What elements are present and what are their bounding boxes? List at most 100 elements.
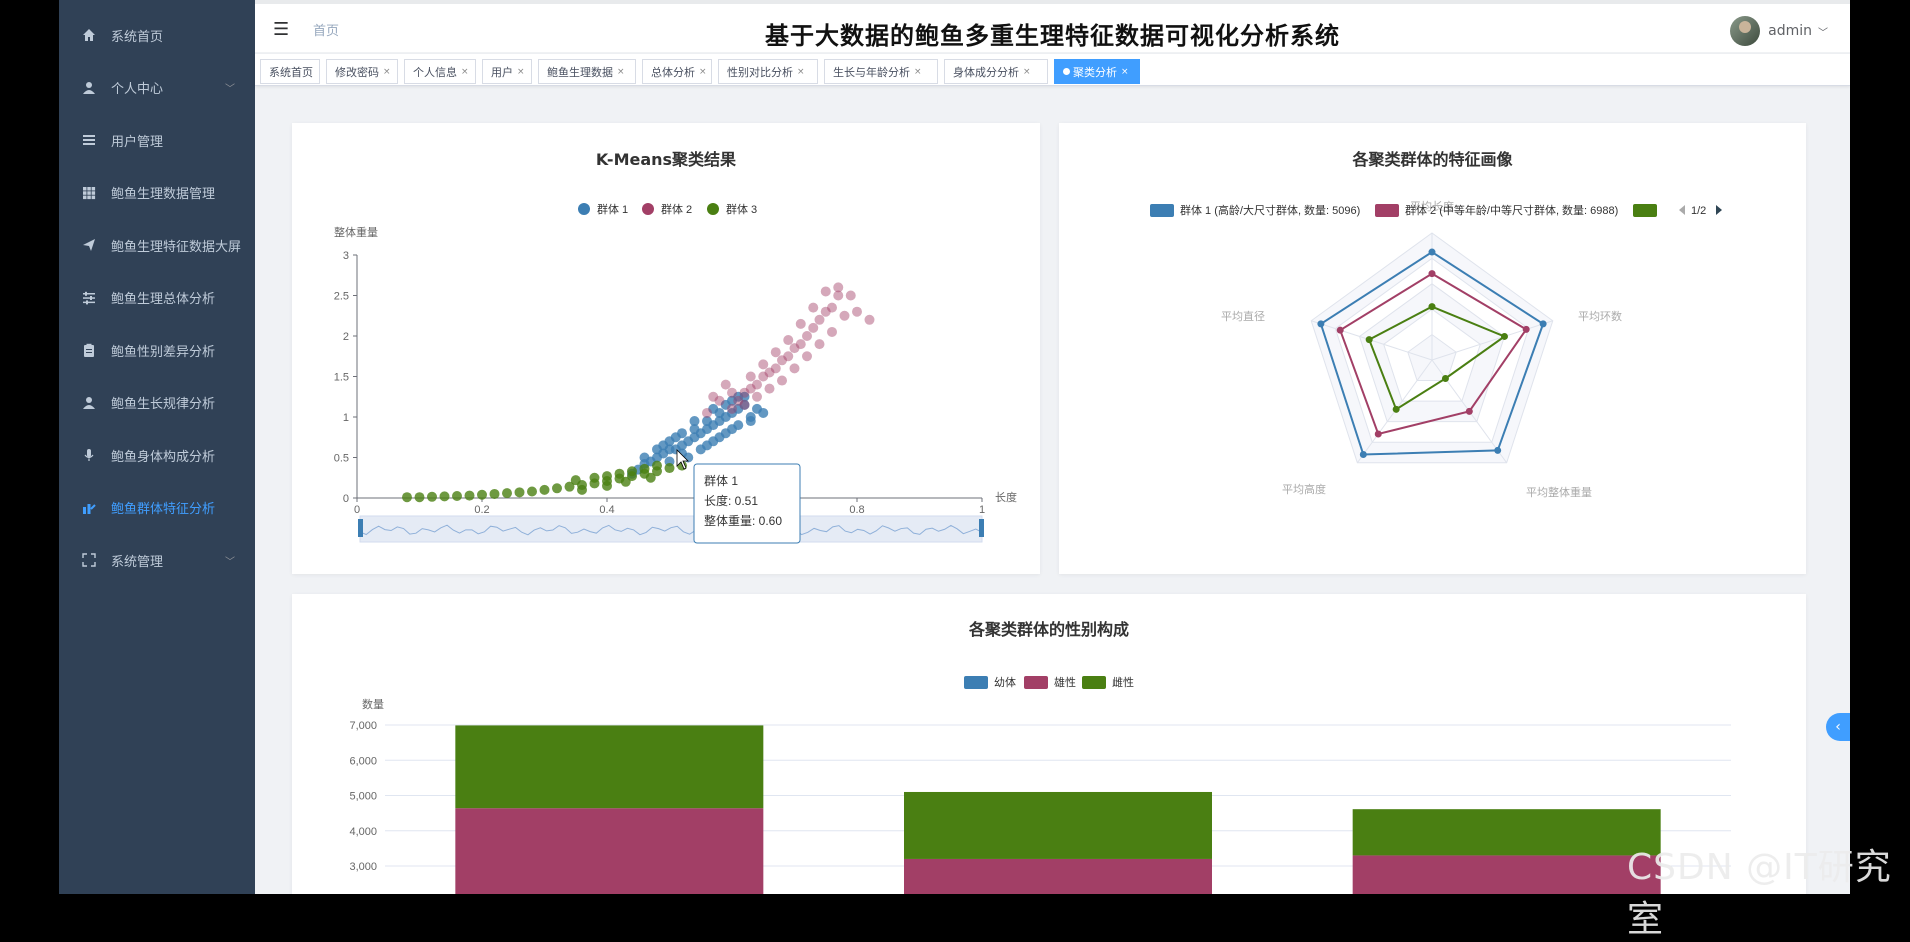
close-icon[interactable]: × bbox=[461, 67, 469, 77]
scatter-point[interactable] bbox=[827, 326, 837, 337]
legend-marker[interactable] bbox=[1633, 204, 1657, 217]
scatter-point[interactable] bbox=[414, 492, 425, 503]
radar-point[interactable] bbox=[1494, 446, 1502, 454]
radar-point[interactable] bbox=[1500, 332, 1508, 340]
scatter-point[interactable] bbox=[664, 463, 675, 474]
tab-8[interactable]: 身体成分分析 × bbox=[944, 59, 1048, 84]
tab-7[interactable]: 生长与年龄分析 × bbox=[824, 59, 938, 84]
scatter-point[interactable] bbox=[808, 302, 819, 313]
legend-marker[interactable] bbox=[1024, 676, 1048, 689]
scatter-point[interactable] bbox=[839, 310, 850, 321]
radar-point[interactable] bbox=[1428, 248, 1436, 256]
radar-point[interactable] bbox=[1317, 320, 1325, 328]
close-icon[interactable]: × bbox=[1023, 67, 1031, 77]
chevron-down-icon[interactable]: ﹀ bbox=[1818, 24, 1828, 39]
scatter-point[interactable] bbox=[639, 452, 650, 463]
sidebar-item[interactable]: 鲍鱼性别差异分析 bbox=[59, 330, 255, 370]
scatter-point[interactable] bbox=[570, 475, 581, 486]
scatter-point[interactable] bbox=[702, 407, 712, 418]
scatter-point[interactable] bbox=[783, 351, 794, 362]
close-icon[interactable]: × bbox=[383, 67, 391, 77]
sidebar-item[interactable]: 鲍鱼群体特征分析 bbox=[59, 488, 255, 528]
scatter-point[interactable] bbox=[602, 480, 612, 491]
legend-marker[interactable] bbox=[642, 203, 654, 215]
bar-segment[interactable] bbox=[455, 725, 764, 809]
legend-next-icon[interactable] bbox=[1716, 205, 1722, 215]
scatter-point[interactable] bbox=[808, 322, 819, 333]
scatter-point[interactable] bbox=[764, 383, 775, 394]
bar-segment[interactable] bbox=[1352, 855, 1661, 894]
scatter-point[interactable] bbox=[427, 491, 437, 502]
scatter-point[interactable] bbox=[833, 282, 844, 293]
scatter-point[interactable] bbox=[783, 335, 794, 346]
radar-point[interactable] bbox=[1428, 303, 1436, 311]
scatter-point[interactable] bbox=[720, 379, 731, 390]
avatar[interactable] bbox=[1730, 16, 1761, 46]
scatter-point[interactable] bbox=[658, 440, 669, 451]
user-menu[interactable]: admin ﹀ bbox=[1730, 16, 1828, 46]
scatter-point[interactable] bbox=[739, 399, 750, 410]
radar-point[interactable] bbox=[1522, 325, 1530, 333]
scatter-point[interactable] bbox=[827, 302, 837, 313]
datazoom-handle-left[interactable] bbox=[358, 519, 363, 537]
scatter-point[interactable] bbox=[795, 339, 806, 350]
scatter-point[interactable] bbox=[614, 468, 625, 479]
scatter-point[interactable] bbox=[814, 339, 825, 350]
scatter-point[interactable] bbox=[702, 440, 712, 451]
chevron-down-icon[interactable]: ﹀ bbox=[225, 80, 235, 95]
sidebar-item[interactable]: 鲍鱼生理数据管理 bbox=[59, 173, 255, 213]
sidebar-item[interactable]: 鲍鱼生长规律分析 bbox=[59, 383, 255, 423]
close-icon[interactable]: × bbox=[1121, 67, 1129, 77]
close-icon[interactable]: × bbox=[617, 67, 625, 77]
chevron-down-icon[interactable]: ﹀ bbox=[225, 553, 235, 568]
sidebar-item[interactable]: 个人中心 ﹀ bbox=[59, 68, 255, 108]
scatter-point[interactable] bbox=[552, 483, 562, 494]
legend-marker[interactable] bbox=[1150, 204, 1174, 217]
bar-segment[interactable] bbox=[1352, 809, 1661, 856]
tab-9[interactable]: 聚类分析 × bbox=[1054, 59, 1140, 84]
scatter-point[interactable] bbox=[464, 490, 475, 501]
scatter-point[interactable] bbox=[802, 351, 812, 362]
sidebar-item[interactable]: 系统首页 bbox=[59, 15, 255, 55]
tab-5[interactable]: 总体分析 × bbox=[642, 59, 712, 84]
radar-point[interactable] bbox=[1392, 405, 1400, 413]
tab-2[interactable]: 个人信息 × bbox=[404, 59, 476, 84]
scatter-point[interactable] bbox=[527, 486, 537, 497]
scatter-point[interactable] bbox=[727, 424, 737, 435]
radar-point[interactable] bbox=[1336, 326, 1344, 334]
scatter-point[interactable] bbox=[727, 387, 737, 398]
scatter-chart[interactable]: 群体 1群体 2群体 300.511.522.5300.20.40.60.81整… bbox=[292, 123, 1040, 574]
legend-marker[interactable] bbox=[1082, 676, 1106, 689]
radar-point[interactable] bbox=[1365, 336, 1373, 344]
scatter-point[interactable] bbox=[727, 403, 737, 414]
scatter-point[interactable] bbox=[589, 472, 600, 483]
radar-point[interactable] bbox=[1374, 430, 1382, 438]
sidebar-item[interactable]: 用户管理 bbox=[59, 120, 255, 160]
sidebar-item[interactable]: 系统管理 ﹀ bbox=[59, 540, 255, 580]
scatter-point[interactable] bbox=[539, 484, 550, 495]
scatter-point[interactable] bbox=[745, 416, 756, 427]
scatter-point[interactable] bbox=[752, 379, 762, 390]
scatter-point[interactable] bbox=[620, 476, 631, 487]
bar-segment[interactable] bbox=[904, 791, 1212, 859]
close-icon[interactable]: × bbox=[517, 67, 525, 77]
scatter-point[interactable] bbox=[758, 407, 769, 418]
radar-point[interactable] bbox=[1428, 270, 1436, 278]
chevron-left-icon[interactable]: ‹ bbox=[1826, 713, 1850, 741]
scatter-point[interactable] bbox=[577, 484, 587, 495]
scatter-point[interactable] bbox=[645, 472, 656, 483]
scatter-point[interactable] bbox=[745, 371, 756, 382]
close-icon[interactable]: × bbox=[797, 67, 805, 77]
scatter-point[interactable] bbox=[777, 375, 787, 386]
scatter-point[interactable] bbox=[770, 363, 781, 374]
tab-6[interactable]: 性别对比分析 × bbox=[718, 59, 818, 84]
scatter-point[interactable] bbox=[789, 363, 800, 374]
bar-segment[interactable] bbox=[455, 808, 764, 894]
scatter-point[interactable] bbox=[502, 488, 512, 499]
scatter-point[interactable] bbox=[795, 318, 806, 329]
scatter-point[interactable] bbox=[708, 391, 719, 402]
close-icon[interactable]: × bbox=[699, 67, 707, 77]
tab-1[interactable]: 修改密码 × bbox=[326, 59, 398, 84]
tab-3[interactable]: 用户 × bbox=[482, 59, 532, 84]
scatter-point[interactable] bbox=[652, 460, 662, 471]
